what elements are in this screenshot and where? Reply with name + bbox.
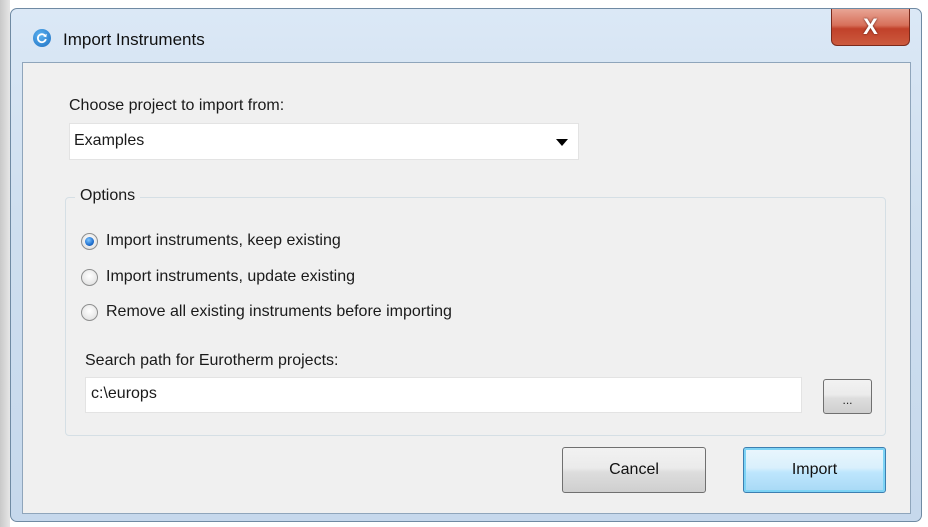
radio-update-existing[interactable]: Import instruments, update existing [81,268,355,286]
radio-keep-existing[interactable]: Import instruments, keep existing [81,232,341,250]
radio-label: Import instruments, keep existing [106,232,341,249]
refresh-icon [33,29,51,47]
radio-remove-all[interactable]: Remove all existing instruments before i… [81,303,452,321]
project-select[interactable]: Examples [69,123,579,160]
radio-button[interactable] [81,268,98,286]
chevron-down-icon[interactable] [556,139,568,146]
import-instruments-dialog: Import Instruments X Choose project to i… [10,8,922,522]
import-button[interactable]: Import [743,447,886,493]
search-path-value: c:\europs [91,385,157,402]
dialog-body: Choose project to import from: Examples … [22,62,911,514]
dialog-title: Import Instruments [63,30,205,49]
search-path-input[interactable]: c:\europs [85,377,802,413]
background-window-edge [0,0,10,527]
close-button[interactable]: X [831,9,910,46]
radio-button-checked[interactable] [81,232,98,250]
close-icon: X [863,14,878,39]
radio-label: Import instruments, update existing [106,268,356,285]
browse-button[interactable]: ... [823,379,872,414]
options-caption: Options [75,187,141,205]
project-select-value: Examples [74,132,145,149]
search-path-label: Search path for Eurotherm projects: [85,352,339,369]
title-bar[interactable]: Import Instruments X [11,9,921,62]
project-label: Choose project to import from: [69,97,285,114]
radio-button[interactable] [81,303,98,321]
radio-label: Remove all existing instruments before i… [106,303,452,320]
cancel-button[interactable]: Cancel [562,447,706,493]
